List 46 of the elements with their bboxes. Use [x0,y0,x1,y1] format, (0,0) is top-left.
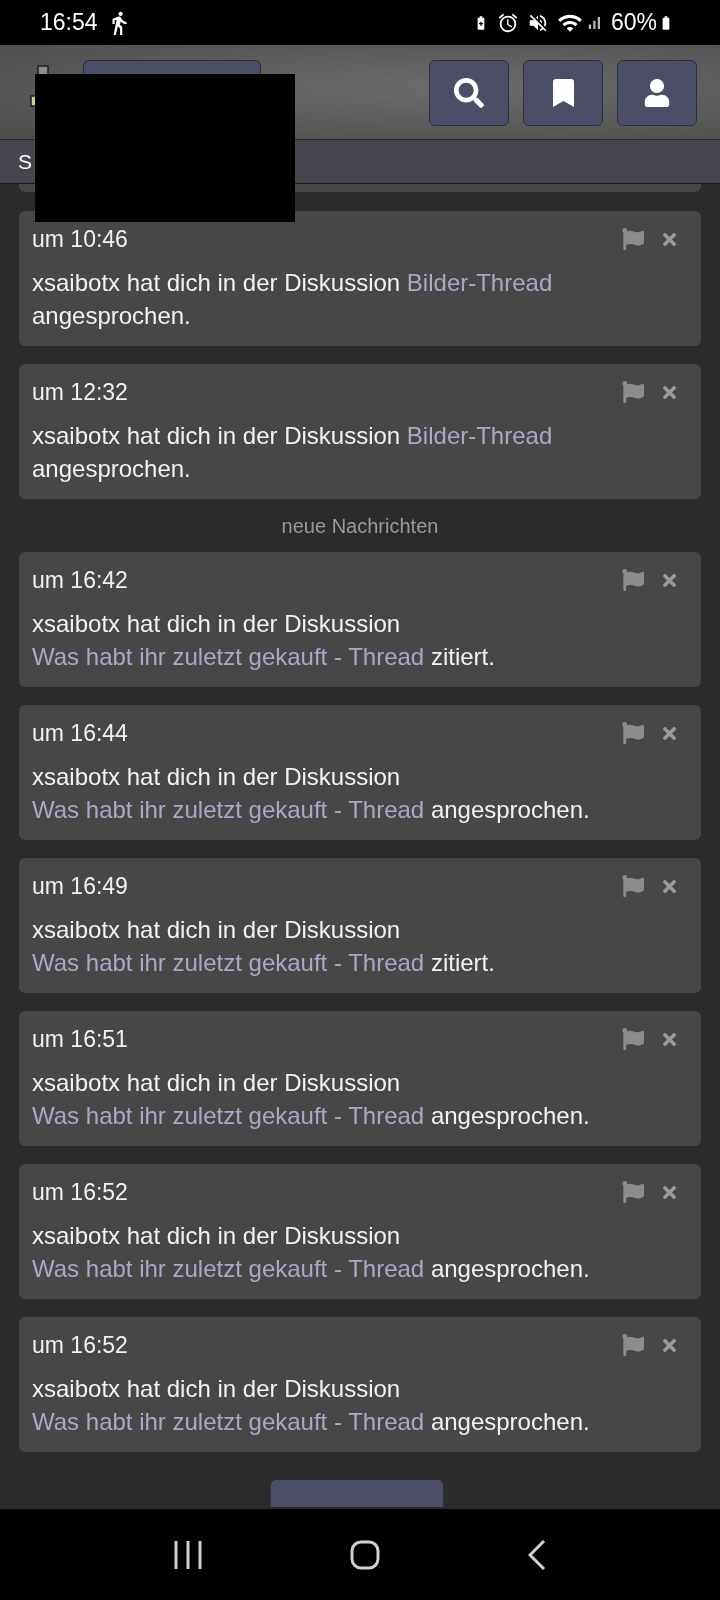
search-icon [454,78,484,108]
account-button[interactable] [617,60,697,126]
notification-message: xsaibotx hat dich in der Diskussion Was habt ihr zuletzt gekauft - Thread angesprochen. [32,1068,591,1131]
flag-icon[interactable] [620,875,646,897]
notification-message: xsaibotx hat dich in der Diskussion Was habt ihr zuletzt gekauft - Thread angesprochen. [32,1221,591,1284]
notification-message: xsaibotx hat dich in der Diskussion Bilder-Thread angesprochen. [32,268,554,331]
user-icon [642,79,672,107]
status-time: 16:54 [40,11,98,34]
bookmark-button[interactable] [523,60,603,126]
flag-icon[interactable] [620,1028,646,1050]
flag-icon[interactable] [620,569,646,591]
home-icon[interactable] [350,1539,380,1570]
battery-percent: 60% [610,11,657,34]
notification-time: um 16:52 [32,1331,128,1359]
notification-time: um 10:46 [32,225,128,253]
thread-link[interactable]: Was habt ihr zuletzt gekauft - Thread [32,1255,425,1282]
bookmark-icon [552,79,574,107]
notification-time: um 12:32 [32,378,128,406]
back-icon[interactable] [528,1539,546,1570]
subnav-label[interactable]: S [18,149,32,174]
notification-message: xsaibotx hat dich in der Diskussion Was habt ihr zuletzt gekauft - Thread zitiert. [32,609,496,672]
notification-message: xsaibotx hat dich in der Diskussion Was habt ihr zuletzt gekauft - Thread zitiert. [32,915,496,978]
notification-time: um 16:52 [32,1178,128,1206]
notification-message: xsaibotx hat dich in der Diskussion Bilder-Thread angesprochen. [32,421,554,484]
notification-message: xsaibotx hat dich in der Diskussion Was habt ihr zuletzt gekauft - Thread angesprochen. [32,762,591,825]
flag-icon[interactable] [620,1334,646,1356]
flag-icon[interactable] [620,228,646,250]
thread-link[interactable]: Was habt ihr zuletzt gekauft - Thread [32,796,425,823]
notification-time: um 16:49 [32,872,128,900]
notification-time: um 16:44 [32,719,128,747]
notification-time: um 16:42 [32,566,128,594]
search-button[interactable] [429,60,509,126]
notification-time: um 16:51 [32,1025,128,1053]
flag-icon[interactable] [620,1181,646,1203]
recent-apps-icon[interactable] [174,1539,202,1570]
new-messages-label: neue Nachrichten [281,513,439,539]
thread-link[interactable]: Was habt ihr zuletzt gekauft - Thread [32,643,425,670]
thread-link[interactable]: Was habt ihr zuletzt gekauft - Thread [32,1102,425,1129]
thread-link[interactable]: Was habt ihr zuletzt gekauft - Thread [32,949,425,976]
thread-link[interactable]: Bilder-Thread [406,269,553,296]
flag-icon[interactable] [620,381,646,403]
alarm-icon [496,11,519,34]
notification-message: xsaibotx hat dich in der Diskussion Was habt ihr zuletzt gekauft - Thread angesprochen. [32,1374,591,1437]
thread-link[interactable]: Was habt ihr zuletzt gekauft - Thread [32,1408,425,1435]
thread-link[interactable]: Bilder-Thread [406,422,553,449]
flag-icon[interactable] [620,722,646,744]
